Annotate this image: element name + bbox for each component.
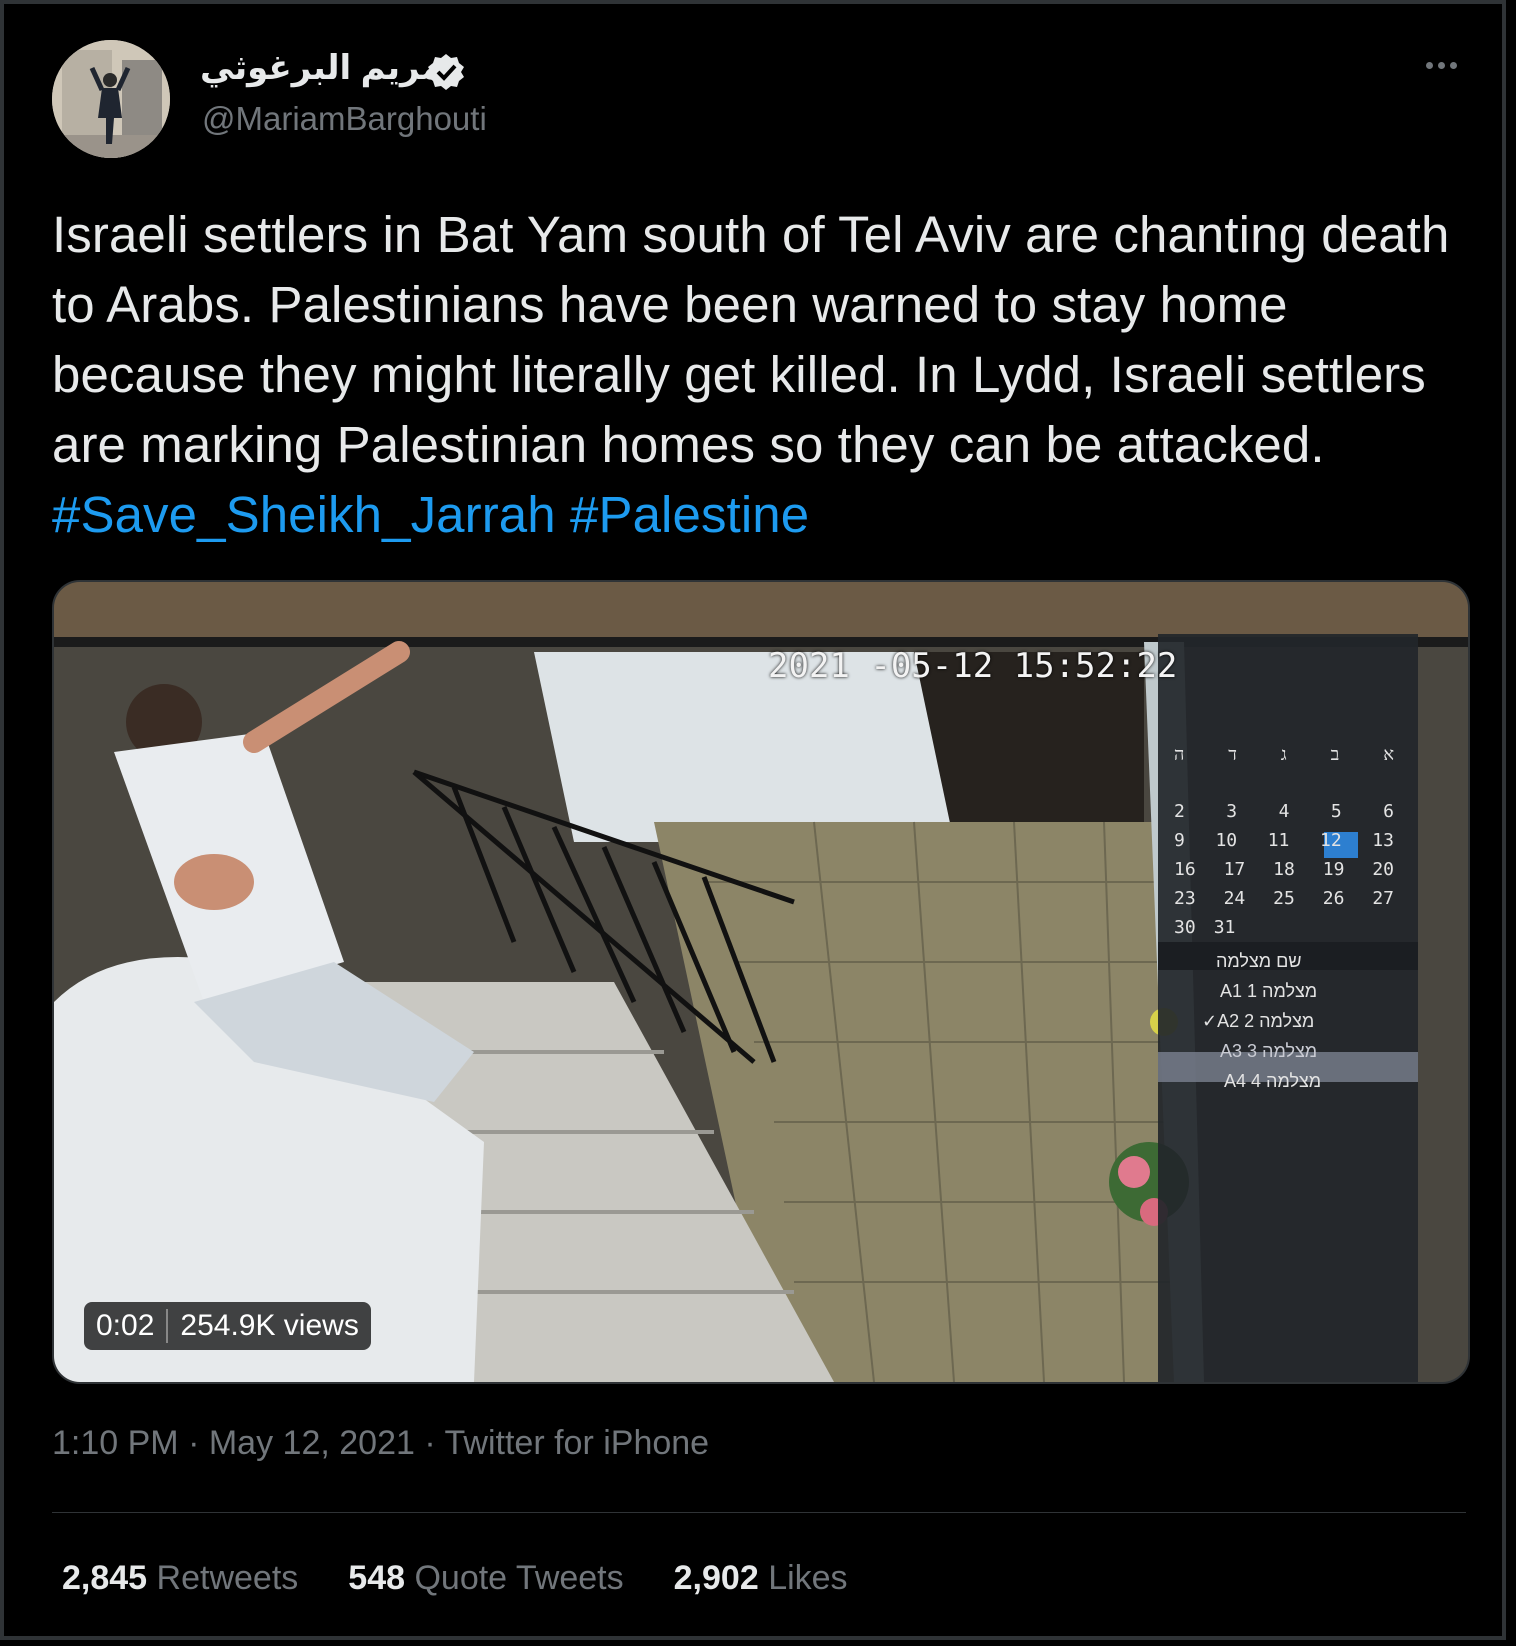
video-info-badge: 0:02 254.9K views [84, 1302, 371, 1350]
camera-item: ✓A2 2 מצלמה [1202, 1011, 1315, 1031]
likes-label: Likes [768, 1559, 848, 1597]
camera-item: A4 4 מצלמה [1224, 1071, 1322, 1091]
camera-item: A3 3 מצלמה [1220, 1041, 1318, 1061]
meta-separator: · [424, 1424, 436, 1462]
calendar-row: 23456 [1174, 801, 1394, 822]
quotes-label: Quote Tweets [414, 1559, 624, 1597]
divider [52, 1638, 1466, 1639]
retweets-stat[interactable]: 2,845 Retweets [62, 1559, 298, 1598]
divider [52, 1512, 1466, 1513]
calendar-row: 16 17 18 19 20 [1174, 859, 1394, 880]
tweet-card: مريم البرغوثي @MariamBarghouti Israeli s… [0, 0, 1506, 1640]
dvr-camera-list: שם מצלמה A1 1 מצלמה ✓A2 2 מצלמה A3 3 מצל… [1184, 946, 1404, 1096]
camera-list-title: שם מצלמה [1216, 951, 1302, 971]
display-name[interactable]: مريم البرغوثي [200, 48, 442, 88]
video-views: 254.9K views [180, 1309, 359, 1342]
avatar[interactable] [52, 40, 170, 158]
hashtag-link[interactable]: #Save_Sheikh_Jarrah [52, 486, 556, 543]
hashtag-link[interactable]: #Palestine [570, 486, 809, 543]
verified-badge-icon [428, 54, 464, 90]
video-player[interactable]: 2021 -05-12 15:52:22 א ב ג ד ה 23456 9 10… [52, 580, 1470, 1384]
likes-stat[interactable]: 2,902 Likes [674, 1559, 848, 1598]
calendar-row: 23 24 25 26 27 [1174, 888, 1394, 909]
calendar-row: 9 10 11 12 13 [1174, 830, 1394, 851]
cctv-timestamp: 2021 -05-12 15:52:22 [768, 646, 1178, 686]
calendar-row: 30 31 [1174, 917, 1236, 938]
user-handle[interactable]: @MariamBarghouti [202, 100, 487, 138]
calendar-weekdays: א ב ג ד ה [1174, 744, 1394, 765]
camera-item: A1 1 מצלמה [1220, 981, 1318, 1001]
meta-separator: · [188, 1424, 200, 1462]
likes-count: 2,902 [673, 1559, 759, 1597]
quotes-count: 548 [348, 1559, 406, 1597]
dvr-calendar: א ב ג ד ה 23456 9 10 11 12 13 16 17 18 19 20 23 2… [1174, 744, 1394, 946]
tweet-text: Israeli settlers in Bat Yam south of Tel… [52, 200, 1472, 550]
quote-tweets-stat[interactable]: 548 Quote Tweets [348, 1559, 623, 1598]
more-options-icon[interactable] [1426, 56, 1466, 80]
tweet-time[interactable]: 1:10 PM [52, 1424, 179, 1462]
tweet-body: Israeli settlers in Bat Yam south of Tel… [52, 206, 1450, 473]
tweet-source[interactable]: Twitter for iPhone [445, 1424, 710, 1462]
retweets-count: 2,845 [62, 1559, 148, 1597]
retweets-label: Retweets [156, 1559, 299, 1597]
tweet-stats: 2,845 Retweets 548 Quote Tweets 2,902 Li… [62, 1559, 848, 1598]
tweet-date[interactable]: May 12, 2021 [209, 1424, 415, 1462]
tweet-meta: 1:10 PM · May 12, 2021 · Twitter for iPh… [52, 1424, 709, 1463]
video-duration: 0:02 [84, 1309, 169, 1343]
